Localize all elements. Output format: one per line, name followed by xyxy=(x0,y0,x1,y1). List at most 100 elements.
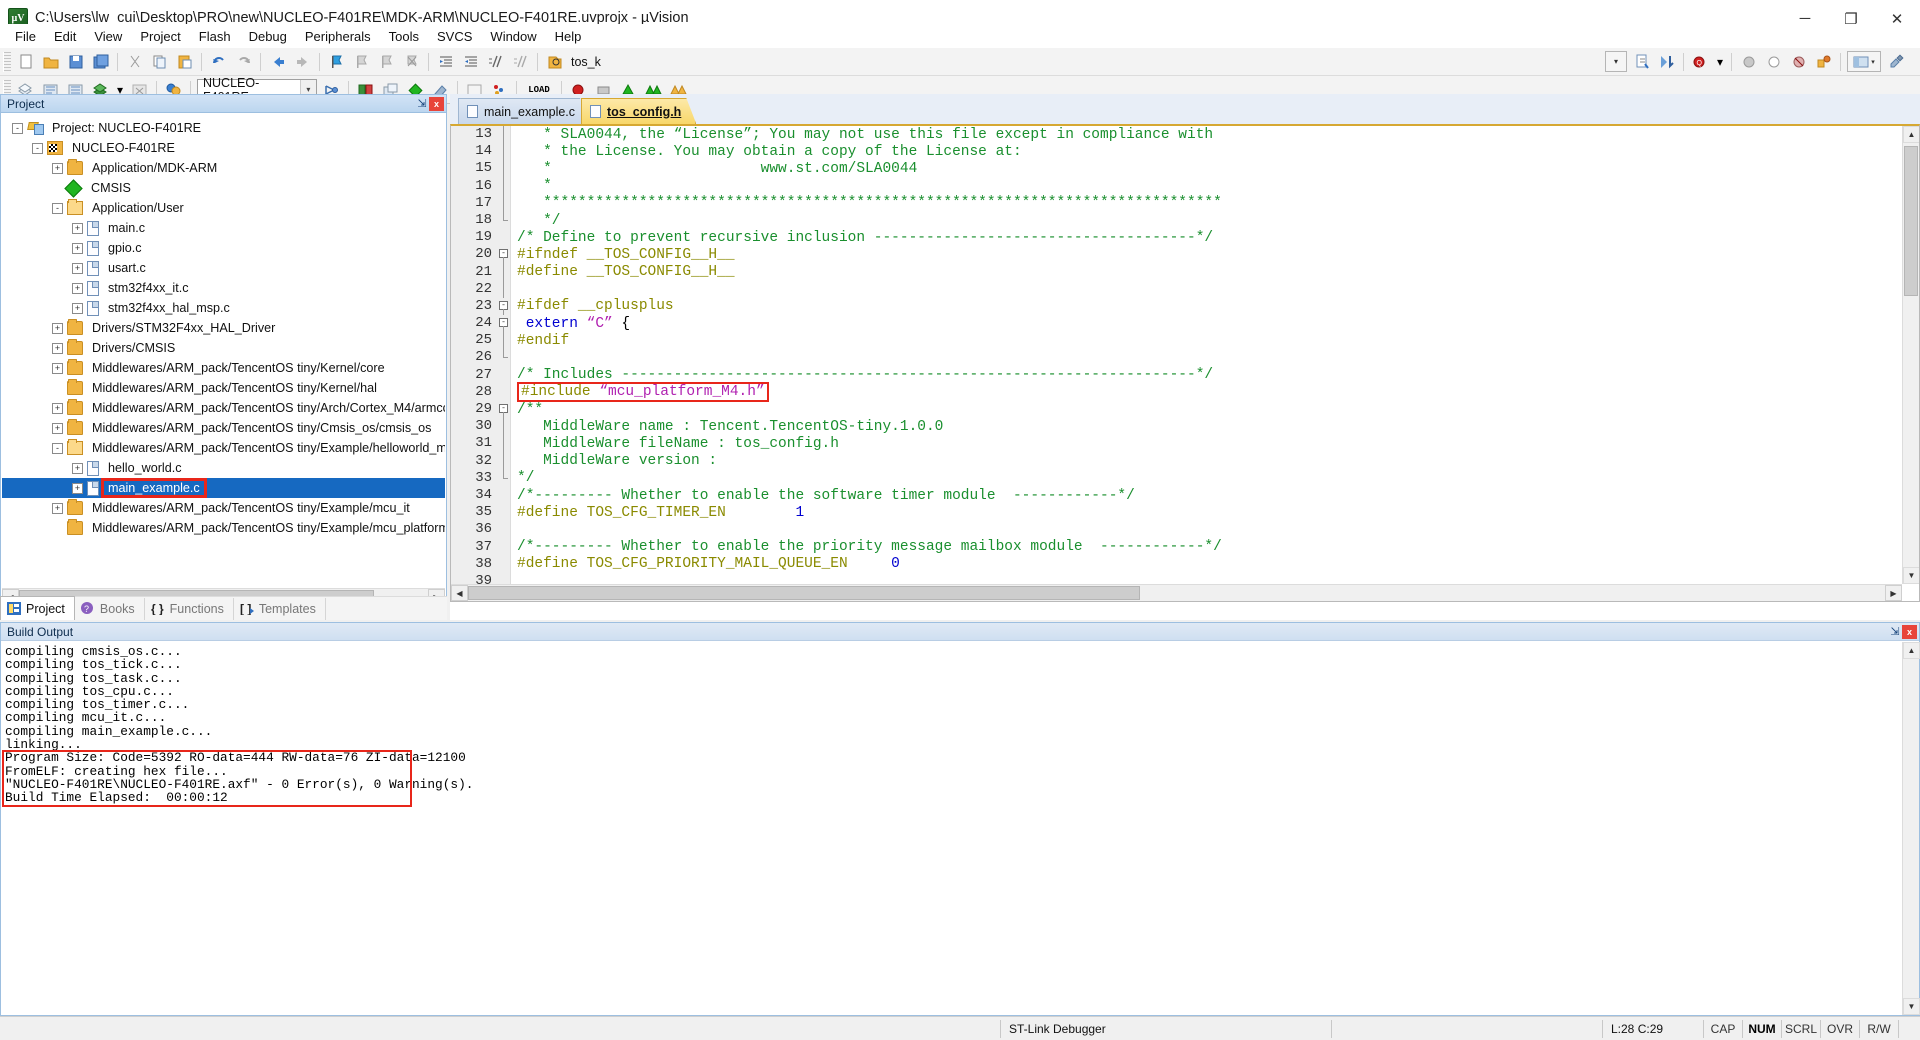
fold-column[interactable] xyxy=(497,366,511,384)
tree-expander-plus-icon[interactable]: + xyxy=(52,162,63,174)
tree-item[interactable]: + stm32f4xx_it.c xyxy=(2,278,445,298)
tree-item[interactable]: Middlewares/ARM_pack/TencentOS tiny/Exam… xyxy=(2,518,445,538)
save-icon[interactable] xyxy=(64,50,87,73)
tree-item[interactable]: - Middlewares/ARM_pack/TencentOS tiny/Exa… xyxy=(2,438,445,458)
code-line[interactable]: 25 #endif xyxy=(451,332,1902,350)
status-indicator-cap[interactable]: CAP xyxy=(1704,1018,1742,1040)
fold-column[interactable] xyxy=(497,126,511,144)
vscroll-up-icon[interactable]: ▲ xyxy=(1903,126,1919,143)
code-line[interactable]: 19 /* Define to prevent recursive inclusi… xyxy=(451,229,1902,247)
redo-icon[interactable] xyxy=(232,50,255,73)
code-line[interactable]: 22 xyxy=(451,280,1902,298)
tree-item[interactable]: - Project: NUCLEO-F401RE xyxy=(2,118,445,138)
tree-expander-plus-icon[interactable]: + xyxy=(52,402,63,414)
tree-expander-plus-icon[interactable]: + xyxy=(52,342,63,354)
menu-file[interactable]: File xyxy=(6,26,45,47)
navigate-forward-icon[interactable] xyxy=(291,50,314,73)
tree-item[interactable]: + Middlewares/ARM_pack/TencentOS tiny/Ker… xyxy=(2,358,445,378)
code-line[interactable]: 17 *************************************… xyxy=(451,194,1902,212)
fold-column[interactable] xyxy=(497,469,511,487)
editor-hscroll-thumb[interactable] xyxy=(468,586,1140,600)
tree-item[interactable]: + stm32f4xx_hal_msp.c xyxy=(2,298,445,318)
code-line[interactable]: 30 MiddleWare name : Tencent.TencentOS-t… xyxy=(451,418,1902,436)
indent-right-icon[interactable] xyxy=(434,50,457,73)
fold-column[interactable]: - xyxy=(497,315,511,333)
tree-expander-plus-icon[interactable]: + xyxy=(52,422,63,434)
fold-column[interactable] xyxy=(497,538,511,556)
fold-column[interactable] xyxy=(497,572,511,584)
code-line[interactable]: 35 #define TOS_CFG_TIMER_EN 1 xyxy=(451,504,1902,522)
project-tree[interactable]: - Project: NUCLEO-F401RE - NUCLEO-F401RE + Ap… xyxy=(2,114,445,587)
fold-column[interactable]: - xyxy=(497,246,511,264)
bookmark-next-icon[interactable] xyxy=(375,50,398,73)
code-line[interactable]: 37 /*--------- Whether to enable the prio… xyxy=(451,538,1902,556)
code-line[interactable]: 14 * the License. You may obtain a copy … xyxy=(451,143,1902,161)
menu-tools[interactable]: Tools xyxy=(380,26,428,47)
fold-column[interactable]: - xyxy=(497,297,511,316)
pin-icon[interactable]: ⇲ xyxy=(415,97,429,110)
open-file-icon[interactable] xyxy=(39,50,62,73)
tree-item[interactable]: + Middlewares/ARM_pack/TencentOS tiny/Arc… xyxy=(2,398,445,418)
tree-expander-plus-icon[interactable]: + xyxy=(72,302,83,314)
code-line[interactable]: 32 MiddleWare version : xyxy=(451,452,1902,470)
code-line[interactable]: 33 */ xyxy=(451,469,1902,487)
menu-edit[interactable]: Edit xyxy=(45,26,85,47)
code-line[interactable]: 24- extern “C” { xyxy=(451,315,1902,333)
fold-column[interactable] xyxy=(497,521,511,539)
tree-item[interactable]: + main.c xyxy=(2,218,445,238)
undo-icon[interactable] xyxy=(207,50,230,73)
editor-vscrollbar[interactable]: ▲ ▼ xyxy=(1902,126,1919,584)
tree-item[interactable]: + Middlewares/ARM_pack/TencentOS tiny/Exa… xyxy=(2,498,445,518)
menu-flash[interactable]: Flash xyxy=(190,26,240,47)
breakpoint-icon[interactable] xyxy=(1737,50,1760,73)
tree-item[interactable]: - NUCLEO-F401RE xyxy=(2,138,445,158)
build-vscrollbar[interactable]: ▲ ▼ xyxy=(1902,642,1920,1015)
fold-column[interactable] xyxy=(497,143,511,161)
panel-tab-books[interactable]: ? Books xyxy=(75,598,145,620)
vscroll-thumb[interactable] xyxy=(1904,146,1918,296)
fold-column[interactable] xyxy=(497,263,511,281)
fold-column[interactable] xyxy=(497,452,511,470)
tree-expander-plus-icon[interactable]: + xyxy=(72,282,83,294)
tree-item[interactable]: + Application/MDK-ARM xyxy=(2,158,445,178)
fold-column[interactable] xyxy=(497,435,511,453)
manage-components-icon[interactable] xyxy=(1812,50,1835,73)
navigate-back-icon[interactable] xyxy=(266,50,289,73)
status-indicator-scrl[interactable]: SCRL xyxy=(1782,1018,1820,1040)
fold-column[interactable] xyxy=(497,383,511,401)
fold-column[interactable] xyxy=(497,555,511,573)
tree-item[interactable]: + Drivers/STM32F4xx_HAL_Driver xyxy=(2,318,445,338)
code-line[interactable]: 23- #ifdef __cplusplus xyxy=(451,297,1902,316)
new-file-icon[interactable] xyxy=(14,50,37,73)
code-line[interactable]: 34 /*--------- Whether to enable the soft… xyxy=(451,486,1902,505)
build-vscroll-up-icon[interactable]: ▲ xyxy=(1903,642,1920,659)
vscroll-down-icon[interactable]: ▼ xyxy=(1903,567,1919,584)
tree-expander-minus-icon[interactable]: - xyxy=(52,202,63,214)
breakpoint-disable-icon[interactable] xyxy=(1762,50,1785,73)
tree-item-selected[interactable]: + main_example.c xyxy=(2,478,445,498)
tree-expander-plus-icon[interactable]: + xyxy=(72,262,83,274)
code-line[interactable]: 21 #define __TOS_CONFIG__H__ xyxy=(451,263,1902,281)
fold-column[interactable] xyxy=(497,160,511,178)
find-next-icon[interactable] xyxy=(1630,50,1653,73)
code-line[interactable]: 16 * xyxy=(451,177,1902,195)
tree-item[interactable]: + gpio.c xyxy=(2,238,445,258)
status-indicator-r-w[interactable]: R/W xyxy=(1860,1018,1898,1040)
menu-view[interactable]: View xyxy=(85,26,131,47)
tree-item[interactable]: + Middlewares/ARM_pack/TencentOS tiny/Cms… xyxy=(2,418,445,438)
tree-expander-plus-icon[interactable]: + xyxy=(72,222,83,234)
search-scope-dropdown[interactable]: ▾ xyxy=(1605,51,1627,72)
save-all-icon[interactable] xyxy=(89,50,112,73)
code-line[interactable]: 13 * SLA0044, the “License”; You may not… xyxy=(451,126,1902,144)
code-line[interactable]: 27 /* Includes --------------------------… xyxy=(451,366,1902,384)
status-indicator-num[interactable]: NUM xyxy=(1743,1018,1781,1040)
hscroll-right-icon[interactable]: ▶ xyxy=(1885,585,1902,601)
fold-column[interactable] xyxy=(497,332,511,350)
window-layout-dropdown[interactable]: ▾ xyxy=(1847,51,1881,72)
menu-project[interactable]: Project xyxy=(131,26,189,47)
menu-window[interactable]: Window xyxy=(481,26,545,47)
fold-column[interactable] xyxy=(497,349,511,367)
fold-column[interactable] xyxy=(497,177,511,195)
tree-item[interactable]: + Drivers/CMSIS xyxy=(2,338,445,358)
fold-column[interactable] xyxy=(497,280,511,298)
